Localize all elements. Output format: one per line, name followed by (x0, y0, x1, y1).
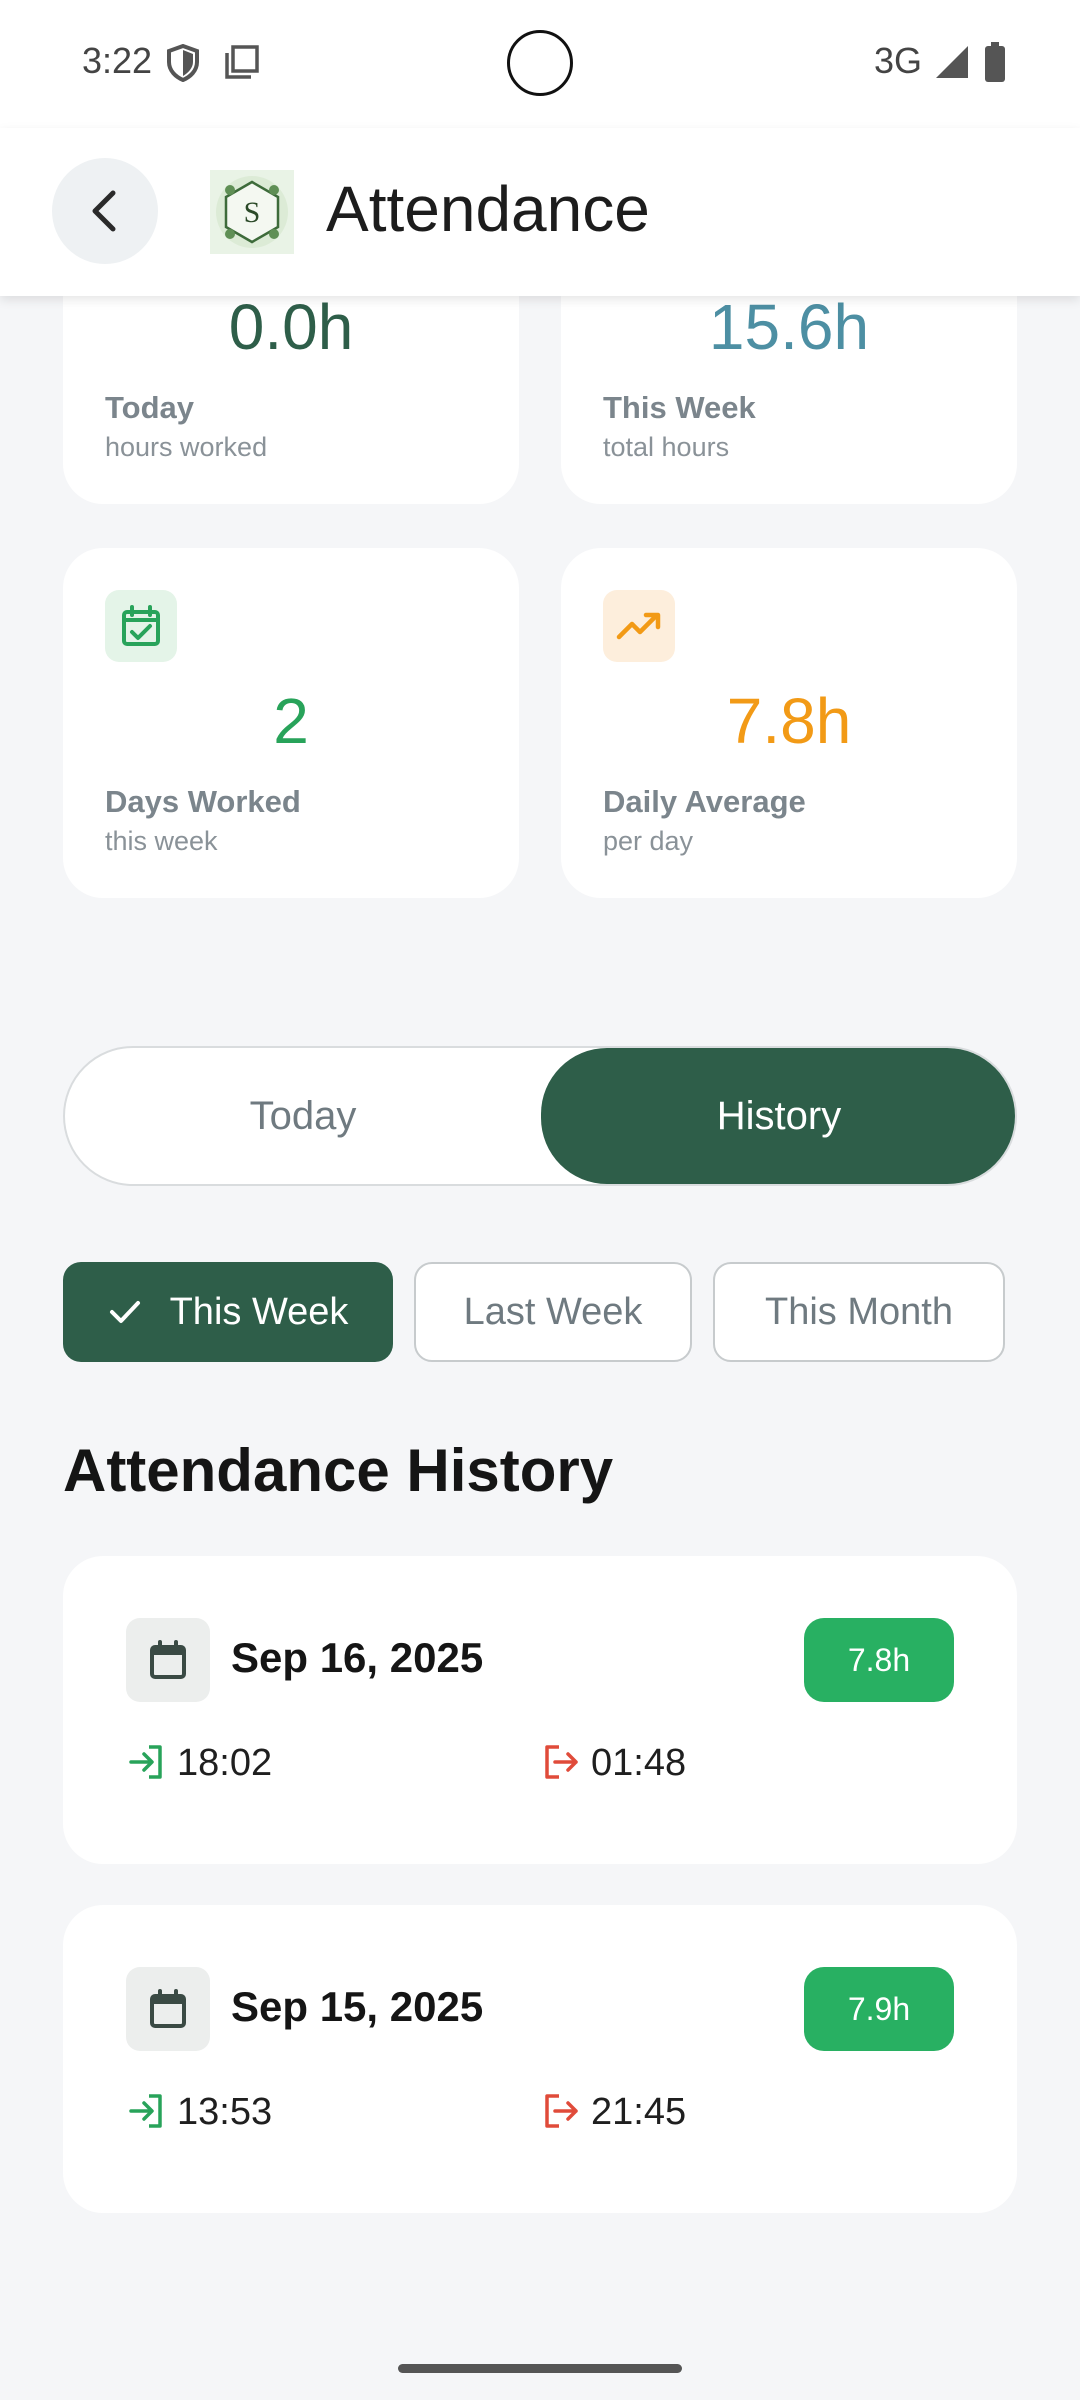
app-logo: S (210, 170, 294, 254)
app-bar: S Attendance (0, 128, 1080, 296)
stat-value-daily-average: 7.8h (726, 685, 852, 757)
check-in-time: 18:02 (177, 1742, 273, 1784)
signal-icon (934, 44, 970, 85)
stat-value-days-worked: 2 (273, 685, 309, 757)
trending-up-icon (603, 590, 675, 662)
calendar-check-icon (105, 590, 177, 662)
stat-label-days-worked: Days Worked (105, 784, 301, 819)
history-card[interactable]: Sep 16, 2025 7.8h 18:02 01:48 (63, 1556, 1017, 1864)
filter-chip-label: This Week (169, 1290, 349, 1333)
stat-label-this-week: This Week (603, 390, 756, 425)
back-button[interactable] (52, 158, 158, 264)
filter-chip-this-week[interactable]: This Week (63, 1262, 393, 1362)
section-title: Attendance History (63, 1437, 614, 1504)
check-in-icon (127, 2091, 167, 2136)
stat-sub-daily-average: per day (603, 826, 694, 856)
history-date: Sep 15, 2025 (231, 1983, 484, 2030)
stat-value-today: 0.0h (228, 291, 354, 363)
stat-card-days-worked: 2 Days Worked this week (63, 548, 519, 898)
history-date: Sep 16, 2025 (231, 1634, 484, 1681)
stat-sub-this-week: total hours (603, 432, 730, 462)
status-time: 3:22 (82, 40, 153, 81)
status-bar: 3:22 3G (0, 0, 1080, 128)
stat-value-this-week: 15.6h (708, 291, 870, 363)
shield-icon (166, 43, 200, 87)
check-in-time: 13:53 (177, 2091, 273, 2133)
stat-sub-today: hours worked (105, 432, 268, 462)
page-title: Attendance (326, 173, 650, 245)
home-indicator[interactable] (398, 2364, 682, 2373)
hours-badge: 7.8h (804, 1618, 954, 1702)
check-icon (109, 1301, 140, 1323)
calendar-icon (126, 1618, 210, 1702)
arrow-left-icon (92, 190, 116, 232)
check-out-time: 21:45 (591, 2091, 687, 2133)
check-in-icon (127, 1742, 167, 1787)
check-out-time: 01:48 (591, 1742, 687, 1784)
network-type: 3G (874, 40, 923, 81)
stat-label-today: Today (105, 390, 194, 425)
calendar-icon (126, 1967, 210, 2051)
hours-badge: 7.9h (804, 1967, 954, 2051)
history-card[interactable]: Sep 15, 2025 7.9h 13:53 21:45 (63, 1905, 1017, 2213)
stat-sub-days-worked: this week (105, 826, 218, 856)
filter-chip-last-week[interactable]: Last Week (414, 1262, 692, 1362)
svg-text:S: S (244, 196, 261, 229)
battery-icon (984, 42, 1006, 87)
check-out-icon (541, 1742, 581, 1787)
stat-label-daily-average: Daily Average (603, 784, 806, 819)
tab-today[interactable]: Today (65, 1048, 541, 1184)
camera-cutout (507, 30, 573, 96)
filter-chip-this-month[interactable]: This Month (713, 1262, 1005, 1362)
screenshot-icon (224, 44, 260, 85)
tab-history[interactable]: History (541, 1048, 1015, 1184)
check-out-icon (541, 2091, 581, 2136)
view-tabs: Today History (63, 1046, 1017, 1186)
stat-card-daily-average: 7.8h Daily Average per day (561, 548, 1017, 898)
